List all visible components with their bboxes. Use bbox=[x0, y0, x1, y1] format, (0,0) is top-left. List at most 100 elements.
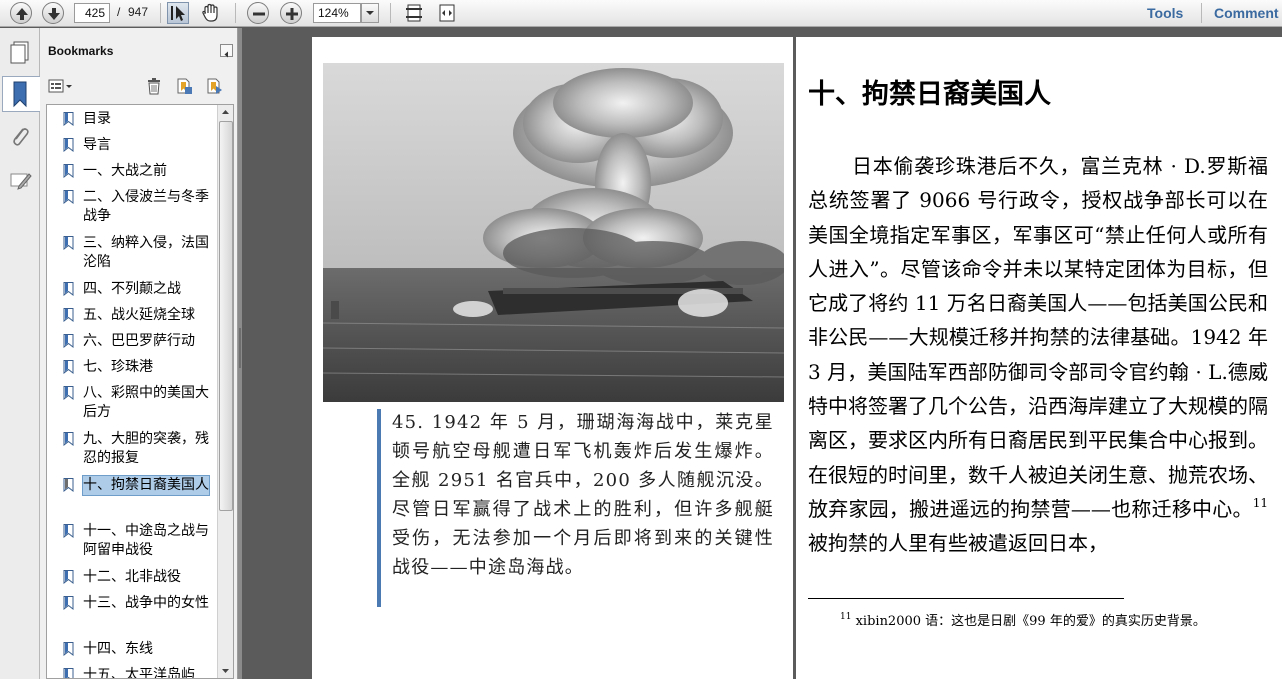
bookmark-icon bbox=[63, 360, 74, 374]
zoom-dropdown-button[interactable] bbox=[361, 3, 379, 23]
bookmarks-scroll-thumb[interactable] bbox=[219, 121, 233, 511]
bookmark-icon bbox=[63, 308, 74, 322]
bookmark-label: 十四、东线 bbox=[83, 641, 153, 657]
previous-page-button[interactable] bbox=[10, 2, 32, 24]
cursor-icon bbox=[171, 6, 185, 21]
page-total: 947 bbox=[128, 5, 149, 19]
toolbar-divider bbox=[235, 3, 236, 23]
toolbar-divider bbox=[1201, 3, 1202, 23]
footnote-divider bbox=[808, 598, 1124, 599]
zoom-out-button[interactable] bbox=[247, 2, 269, 24]
delete-bookmark-button[interactable] bbox=[144, 76, 164, 96]
bookmarks-toolbar bbox=[44, 74, 234, 98]
bookmark-icon bbox=[63, 164, 74, 178]
bookmark-label: 十一、中途岛之战与阿留申战役 bbox=[83, 523, 209, 558]
bookmark-icon bbox=[13, 81, 27, 108]
bookmark-label: 十、拘禁日裔美国人 bbox=[82, 475, 210, 496]
toolbar-divider bbox=[390, 3, 391, 23]
footnote-reference[interactable]: 11 bbox=[1253, 496, 1268, 510]
scroll-up-icon bbox=[222, 110, 229, 114]
zoom-level-input[interactable]: 124% bbox=[313, 3, 361, 23]
fit-page-icon bbox=[406, 4, 422, 22]
aircraft-carrier-explosion-photo bbox=[323, 63, 784, 402]
bookmarks-scrollbar[interactable] bbox=[217, 105, 233, 678]
body-text-tail: 被拘禁的人里有些被遣返回日本， bbox=[808, 531, 1108, 556]
zoom-in-button[interactable] bbox=[280, 2, 302, 24]
fit-width-icon bbox=[439, 4, 455, 22]
arrow-down-icon bbox=[48, 8, 60, 20]
bookmark-label: 十二、北非战役 bbox=[83, 569, 181, 585]
bookmark-icon bbox=[63, 236, 74, 250]
bookmark-label: 六、巴巴罗萨行动 bbox=[83, 333, 195, 349]
attachments-button[interactable] bbox=[5, 122, 35, 152]
footnote-number: 11 bbox=[840, 612, 852, 622]
options-menu-icon bbox=[48, 79, 72, 93]
bookmark-icon bbox=[63, 570, 74, 584]
expand-bookmark-icon bbox=[207, 78, 222, 94]
bookmark-icon bbox=[63, 190, 74, 204]
photo-caption: 45. 1942 年 5 月，珊瑚海海战中，莱克星顿号航空母舰遭日军飞机轰炸后发… bbox=[392, 412, 774, 578]
bookmarks-panel-title: Bookmarks bbox=[48, 44, 114, 58]
new-bookmark-button[interactable] bbox=[174, 76, 194, 96]
toolbar-divider bbox=[160, 3, 161, 23]
bookmark-label: 五、战火延烧全球 bbox=[83, 307, 195, 323]
new-bookmark-icon bbox=[177, 78, 192, 94]
hand-icon bbox=[202, 3, 218, 22]
pages-icon bbox=[10, 41, 29, 64]
fit-width-button[interactable] bbox=[436, 2, 458, 24]
bookmark-label: 九、大胆的突袭，残忍的报复 bbox=[83, 431, 209, 466]
footnote-text: xibin2000 语：这也是日剧《99 年的爱》的真实历史背景。 bbox=[855, 614, 1206, 629]
arrow-up-icon bbox=[16, 8, 28, 20]
comment-link[interactable]: Comment bbox=[1214, 5, 1279, 21]
hand-tool-button[interactable] bbox=[199, 2, 221, 24]
caption-accent-bar bbox=[377, 409, 381, 607]
signatures-button[interactable] bbox=[5, 166, 35, 196]
bookmark-icon bbox=[63, 432, 74, 446]
page-thumbnails-button[interactable] bbox=[5, 38, 35, 68]
body-paragraph: 日本偷袭珍珠港后不久，富兰克林 · D.罗斯福总统签署了 9066 号行政令，授… bbox=[808, 149, 1268, 561]
page-separator: / bbox=[117, 5, 121, 19]
bookmark-icon bbox=[63, 112, 74, 126]
bookmark-label: 二、入侵波兰与冬季战争 bbox=[83, 189, 209, 224]
bookmark-label: 一、大战之前 bbox=[83, 163, 167, 179]
pen-signature-icon bbox=[10, 173, 32, 190]
fit-page-button[interactable] bbox=[403, 2, 425, 24]
bookmark-icon bbox=[63, 668, 74, 678]
expand-bookmark-button[interactable] bbox=[204, 76, 224, 96]
plus-icon bbox=[286, 8, 298, 20]
bookmark-tree: 目录 导言 一、大战之前 二、入侵波兰与冬季战争 三、纳粹入侵，法国沦陷 四、不… bbox=[46, 104, 234, 679]
chevron-down-icon bbox=[366, 11, 374, 15]
select-tool-button[interactable] bbox=[167, 2, 189, 24]
bookmarks-button[interactable] bbox=[2, 76, 40, 112]
footnote: 11 xibin2000 语：这也是日剧《99 年的爱》的真实历史背景。 bbox=[808, 610, 1268, 634]
bookmark-label: 目录 bbox=[83, 111, 111, 127]
paperclip-icon bbox=[13, 128, 29, 146]
bookmark-label: 导言 bbox=[83, 137, 111, 153]
navigation-pane-strip bbox=[0, 28, 40, 679]
bookmark-icon bbox=[63, 386, 74, 400]
bookmark-icon bbox=[63, 642, 74, 656]
document-page-left: 45. 1942 年 5 月，珊瑚海海战中，莱克星顿号航空母舰遭日军飞机轰炸后发… bbox=[312, 37, 793, 679]
bookmark-label: 十五、太平洋岛屿 bbox=[83, 667, 195, 679]
bookmark-label: 四、不列颠之战 bbox=[83, 281, 181, 297]
main-toolbar: 425 / 947 124% Tools Comment bbox=[0, 0, 1282, 27]
trash-icon bbox=[148, 78, 160, 95]
collapse-panel-button[interactable] bbox=[220, 44, 233, 58]
minus-icon bbox=[253, 12, 265, 16]
bookmark-icon bbox=[63, 478, 74, 492]
grip-icon bbox=[239, 328, 241, 368]
bookmark-icon bbox=[63, 524, 74, 538]
bookmark-label: 三、纳粹入侵，法国沦陷 bbox=[83, 235, 209, 270]
bookmark-icon bbox=[63, 138, 74, 152]
document-page-right: 十、拘禁日裔美国人 日本偷袭珍珠港后不久，富兰克林 · D.罗斯福总统签署了 9… bbox=[796, 37, 1282, 679]
bookmark-label: 八、彩照中的美国大后方 bbox=[83, 385, 209, 420]
tools-link[interactable]: Tools bbox=[1147, 5, 1183, 21]
scroll-down-icon bbox=[222, 669, 229, 673]
bookmark-options-button[interactable] bbox=[47, 76, 75, 96]
page-number-input[interactable]: 425 bbox=[74, 3, 110, 23]
bookmark-label: 七、珍珠港 bbox=[83, 359, 153, 375]
chevron-left-icon bbox=[224, 51, 228, 58]
panel-splitter[interactable] bbox=[238, 28, 242, 679]
next-page-button[interactable] bbox=[42, 2, 64, 24]
chapter-title: 十、拘禁日裔美国人 bbox=[808, 79, 1051, 110]
